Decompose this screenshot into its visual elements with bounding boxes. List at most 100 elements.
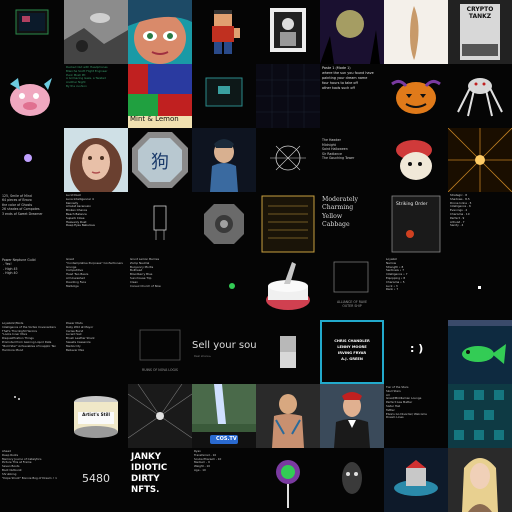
tile-r4-c1[interactable]: Great "Contemplative Purposes" Confectio…: [64, 256, 128, 320]
tile-r7-c5[interactable]: [320, 448, 384, 512]
tile-r6-c0[interactable]: [0, 384, 64, 448]
tile-stat-list: Ryan Transferred - 10 Scuba Pharaoh - 10…: [194, 449, 222, 472]
mechanical-orb-image: [204, 204, 244, 244]
tile-r5-c2[interactable]: RUINS OF NOVA LOGIS: [128, 320, 192, 384]
tile-r0-c6[interactable]: [384, 0, 448, 64]
tile-r1-c4[interactable]: [256, 64, 320, 128]
costv-label: COS.TV: [216, 436, 237, 442]
janky-title: JANKY IDIOTIC DIRTY NFTS.: [131, 452, 168, 495]
tile-text-list: Power Neptune Guild - Yes! - High 45 - H…: [2, 258, 36, 276]
tile-r3-c0[interactable]: 125, Smile of Mind 64 pieces of Bravo th…: [0, 192, 64, 256]
framed-menu-image: [261, 195, 315, 253]
tile-r1-c2[interactable]: Mint & Lemon: [128, 64, 192, 128]
tile-r2-c4[interactable]: [256, 128, 320, 192]
tile-r0-c5[interactable]: [320, 0, 384, 64]
tile-r3-c1[interactable]: Lucid Dust Luna Intelligencer 4 Kennedy …: [64, 192, 128, 256]
pixel-character-image: [212, 10, 240, 54]
tile-r4-c2[interactable]: Grunt Lemon Berries Zomp Neutral Buoyanc…: [128, 256, 192, 320]
tile-r0-c7[interactable]: CRYPTO TANKZ: [448, 0, 512, 64]
tile-r5-c6[interactable]: : ): [384, 320, 448, 384]
tile-r4-c5[interactable]: ALLIANCE OF RAVE OUTER SHIP: [320, 256, 384, 320]
tile-text-list: Lucid Dust Luna Intelligencer 4 Kennedy …: [66, 193, 95, 228]
small-gem-icon: [24, 154, 32, 162]
tile-r2-c5[interactable]: The Hawker Midnight Saint Halloween Sir …: [320, 128, 384, 192]
tile-r4-c6[interactable]: Loyalist Narrow Strength • 8 Sentinels •…: [384, 256, 448, 320]
tile-r1-c7[interactable]: [448, 64, 512, 128]
tile-r3-c3[interactable]: [192, 192, 256, 256]
framed-screen-image: [15, 9, 49, 35]
tile-r5-c1[interactable]: Power Mods Ruby Wild at Mayor Cerise Bur…: [64, 320, 128, 384]
gray-block-image: [280, 336, 296, 368]
tile-text-list: The Hawker Midnight Saint Halloween Sir …: [322, 138, 355, 161]
striking-order-label: Striking Order: [396, 202, 428, 207]
green-fish-image: [448, 320, 512, 364]
tile-r5-c3[interactable]: Sell your sou Real share ▸: [192, 320, 256, 384]
tile-r2-c6[interactable]: [384, 128, 448, 192]
ruins-label: RUINS OF NOVA LOGIS: [142, 368, 178, 372]
tile-r1-c1[interactable]: Decked Out with Headphones Blanche Scott…: [64, 64, 128, 128]
tile-r7-c3[interactable]: Ryan Transferred - 10 Scuba Pharaoh - 10…: [192, 448, 256, 512]
tile-r7-c6[interactable]: [384, 448, 448, 512]
tile-r3-c6[interactable]: Striking Order: [384, 192, 448, 256]
tile-r5-c7[interactable]: [448, 320, 512, 384]
pumpkin-image: [391, 79, 441, 114]
tile-r2-c1[interactable]: [64, 128, 128, 192]
tile-r6-c6[interactable]: Tier of the Stars Skull Stars All Great/…: [384, 384, 448, 448]
tile-r4-c4[interactable]: [256, 256, 320, 320]
tile-r1-c6[interactable]: [384, 64, 448, 128]
tile-r7-c7[interactable]: [448, 448, 512, 512]
tile-poem-text: Paste 1 (Mode 1) where the sun you found…: [322, 66, 374, 90]
tile-r4-c3[interactable]: [192, 256, 256, 320]
tile-r6-c4[interactable]: [256, 384, 320, 448]
tile-text-list: Decked Out with Headphones Blanche Scott…: [66, 65, 108, 88]
man-in-suit-image: [334, 392, 370, 448]
tile-r5-c0[interactable]: Loyalistic/Mods Intelligence of the Vort…: [0, 320, 64, 384]
ghost-figure-image: [342, 462, 362, 494]
number-label: 5480: [82, 472, 110, 485]
outline-frame-image: [333, 261, 369, 293]
tile-r4-c0[interactable]: Power Neptune Guild - Yes! - High 45 - H…: [0, 256, 64, 320]
tile-text-list: Tier of the Stars Skull Stars All Great/…: [386, 385, 427, 420]
cake-sculpture-image: [266, 262, 310, 310]
cartoon-face-image: [128, 0, 192, 64]
tile-r0-c2[interactable]: [128, 0, 192, 64]
tile-r1-c3[interactable]: [192, 64, 256, 128]
tile-r0-c3[interactable]: [192, 0, 256, 64]
tile-r0-c0[interactable]: [0, 0, 64, 64]
tile-r3-c5[interactable]: Moderately Charming Yellow Cabbage: [320, 192, 384, 256]
tile-r7-c1[interactable]: 5480: [64, 448, 128, 512]
floating-island-image: [394, 460, 438, 496]
tile-r0-c4[interactable]: [256, 0, 320, 64]
tile-r1-c0[interactable]: [0, 64, 64, 128]
tile-r3-c4[interactable]: [256, 192, 320, 256]
tile-r3-c7[interactable]: Strategic . 8 Shadows . 8.5 Drone Inline…: [448, 192, 512, 256]
tile-r7-c0[interactable]: Ahead Deep Roots Memory Journo of Cataly…: [0, 448, 64, 512]
carved-figure-image: [410, 6, 419, 60]
tile-r2-c3[interactable]: [192, 128, 256, 192]
tunnel-photo-image: [128, 384, 192, 439]
tile-r3-c2[interactable]: [128, 192, 192, 256]
tile-r2-c7[interactable]: [448, 128, 512, 192]
tile-r1-c5[interactable]: Paste 1 (Mode 1) where the sun you found…: [320, 64, 384, 128]
tile-r7-c4[interactable]: [256, 448, 320, 512]
tile-r6-c1[interactable]: Artist's Still: [64, 384, 128, 448]
outline-frame-image: [139, 329, 181, 361]
framed-portrait-image: [270, 8, 306, 52]
tile-r5-c4[interactable]: [256, 320, 320, 384]
tile-r6-c5[interactable]: [320, 384, 384, 448]
tile-r0-c1[interactable]: [64, 0, 128, 64]
tile-r6-c7[interactable]: [448, 384, 512, 448]
tile-r7-c2[interactable]: JANKY IDIOTIC DIRTY NFTS.: [128, 448, 192, 512]
sell-your-soul-text: Sell your sou: [192, 340, 256, 351]
hooded-figure-image: [210, 139, 238, 192]
tile-r4-c7[interactable]: [448, 256, 512, 320]
tile-r6-c3[interactable]: COS.TV: [192, 384, 256, 448]
tattooed-figure-image: [272, 394, 304, 448]
tile-r5-c5[interactable]: CHRIS CHANDLER LENNY MOORE IRVING FRYAR …: [320, 320, 384, 384]
tile-r6-c2[interactable]: [128, 384, 192, 448]
smiley-text: : ): [410, 342, 424, 355]
tile-r2-c2[interactable]: 狗: [128, 128, 192, 192]
dark-grid-image: [256, 64, 320, 128]
tile-r2-c0[interactable]: [0, 128, 64, 192]
player-names-list: CHRIS CHANDLER LENNY MOORE IRVING FRYAR …: [334, 339, 370, 361]
